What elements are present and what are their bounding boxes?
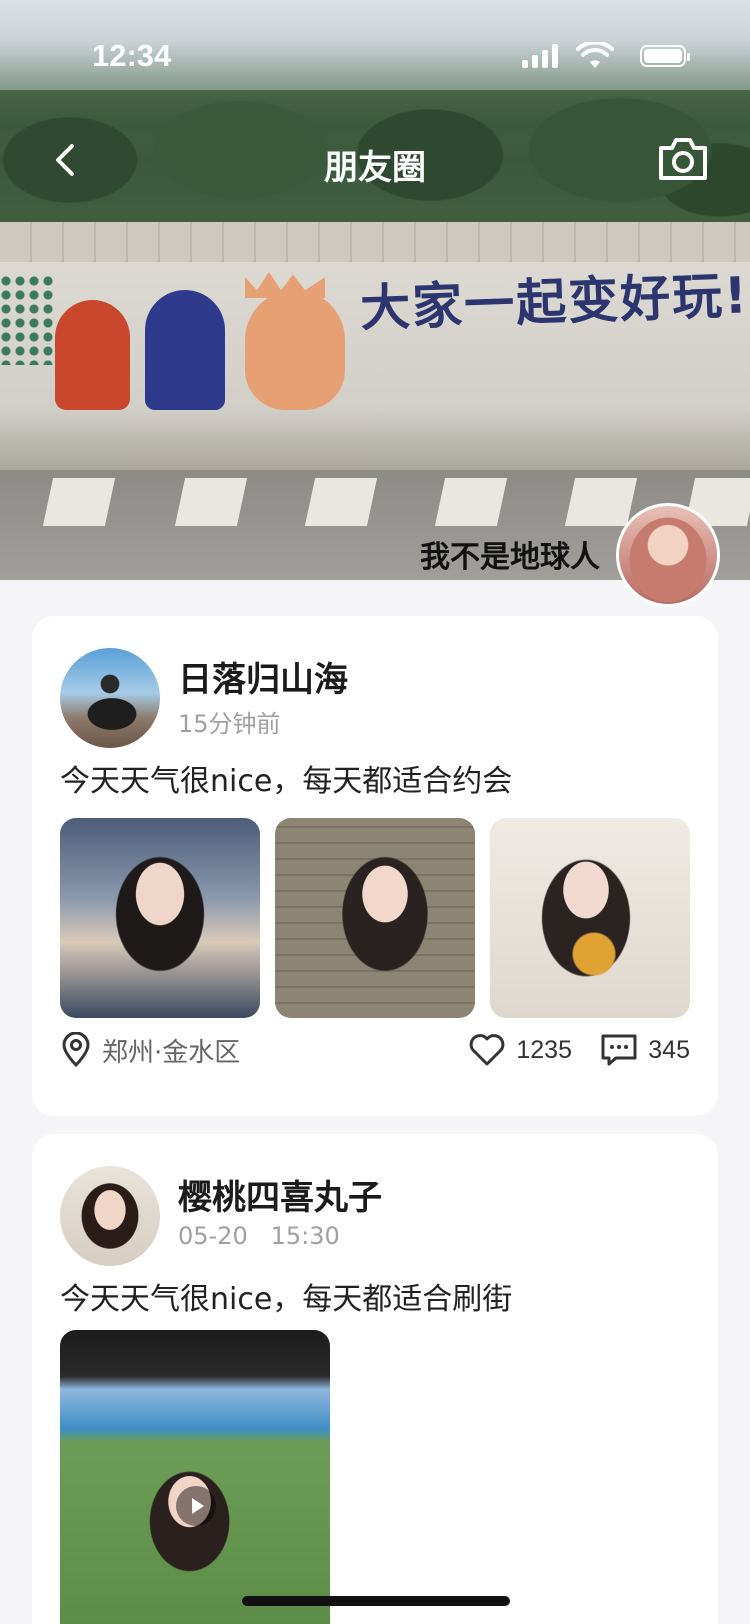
comment-button[interactable]: 345 [600, 1026, 690, 1074]
home-indicator [242, 1596, 510, 1606]
location-pin-icon [62, 1032, 90, 1068]
graffiti-orange-face [245, 290, 345, 410]
graffiti-red-figure [55, 300, 130, 410]
battery-icon [640, 45, 690, 67]
cellular-signal-icon [522, 44, 560, 68]
avatar[interactable] [60, 648, 160, 748]
cover-wall-top [0, 222, 750, 262]
crosswalk-stripe [174, 478, 248, 526]
post-card: 日落归山海 15分钟前 今天天气很nice，每天都适合约会 郑州·金水区 123… [32, 616, 718, 1116]
crosswalk-stripe [564, 478, 638, 526]
graffiti-dots [0, 275, 55, 365]
post-time: 05-20 15:30 [178, 1222, 340, 1250]
wifi-icon [576, 42, 614, 68]
camera-icon[interactable] [656, 134, 710, 184]
status-time: 12:34 [92, 38, 172, 73]
post-photo[interactable] [275, 818, 475, 1018]
post-text: 今天天气很nice，每天都适合刷街 [60, 1282, 513, 1317]
post-time: 15分钟前 [178, 710, 281, 738]
like-count: 1235 [516, 1035, 572, 1064]
post-username[interactable]: 日落归山海 [178, 652, 348, 701]
post-card: 樱桃四喜丸子 05-20 15:30 今天天气很nice，每天都适合刷街 [32, 1134, 718, 1624]
like-button[interactable]: 1235 [468, 1026, 572, 1074]
post-meta: 郑州·金水区 1235 345 [60, 1026, 690, 1074]
play-icon[interactable] [176, 1486, 216, 1526]
post-photo[interactable] [60, 818, 260, 1018]
heart-icon [470, 1034, 505, 1066]
crosswalk-stripe [42, 478, 116, 526]
comment-count: 345 [648, 1035, 690, 1064]
page-title: 朋友圈 [324, 148, 426, 188]
post-video[interactable] [60, 1330, 330, 1624]
profile-avatar[interactable] [616, 503, 720, 607]
profile-name[interactable]: 我不是地球人 [420, 532, 600, 576]
post-username[interactable]: 樱桃四喜丸子 [178, 1170, 382, 1219]
graffiti-blue-figure [145, 290, 225, 410]
status-bar: 12:34 [0, 0, 750, 110]
nav-bar: 朋友圈 [0, 120, 750, 204]
post-photo[interactable] [490, 818, 690, 1018]
comment-icon [601, 1034, 637, 1066]
location-text: 郑州·金水区 [102, 1037, 241, 1068]
post-text: 今天天气很nice，每天都适合约会 [60, 764, 513, 799]
graffiti-text: 大家一起变好玩! [359, 266, 750, 338]
avatar[interactable] [60, 1166, 160, 1266]
crosswalk-stripe [304, 478, 378, 526]
crosswalk-stripe [434, 478, 508, 526]
post-location[interactable]: 郑州·金水区 [60, 1026, 240, 1074]
